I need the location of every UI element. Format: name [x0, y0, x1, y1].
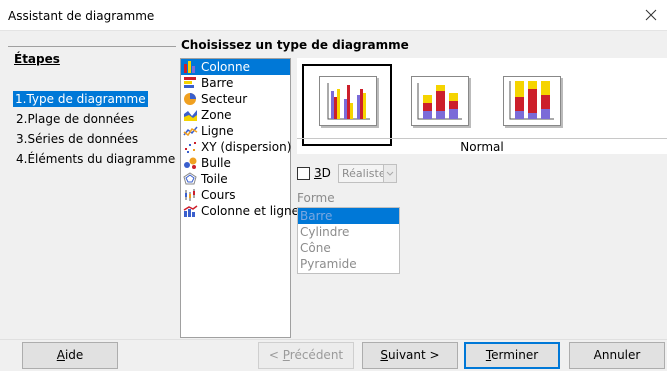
column-chart-icon: [184, 61, 195, 73]
chart-type-pie[interactable]: Secteur: [181, 91, 290, 107]
variant-stacked[interactable]: [394, 64, 484, 146]
bubble-chart-icon: [184, 157, 197, 169]
shape-option-cone[interactable]: Cône: [298, 240, 399, 256]
steps-heading: Étapes: [14, 52, 60, 66]
close-icon[interactable]: [639, 3, 663, 27]
variant-name: Normal: [297, 138, 667, 154]
variant-normal[interactable]: [302, 64, 392, 146]
three-d-style-select[interactable]: Réaliste: [338, 164, 397, 183]
pie-chart-icon: [184, 93, 196, 105]
variant-percent-stacked-thumbnail: [503, 76, 561, 126]
chart-type-label: Ligne: [201, 124, 234, 138]
chevron-down-icon[interactable]: [383, 165, 396, 182]
chart-type-label: Colonne et ligne: [201, 204, 299, 218]
column-line-chart-icon: [183, 205, 198, 217]
chart-type-label: Secteur: [201, 92, 248, 106]
variant-stacked-thumbnail: [411, 76, 469, 126]
chart-type-label: Toile: [201, 172, 228, 186]
shape-option-cylinder[interactable]: Cylindre: [298, 224, 399, 240]
step-chart-type[interactable]: 1.Type de diagramme: [13, 91, 148, 107]
bar-chart-icon: [184, 77, 196, 88]
chart-type-label: Barre: [201, 76, 234, 90]
previous-button[interactable]: < Précédent: [258, 342, 354, 369]
variant-normal-thumbnail: [319, 76, 377, 126]
shape-option-bar[interactable]: Barre: [298, 208, 399, 224]
chart-type-scatter[interactable]: XY (dispersion): [181, 139, 292, 155]
chart-type-label: XY (dispersion): [201, 140, 292, 154]
shape-option-pyramid[interactable]: Pyramide: [298, 256, 399, 272]
chart-type-column-line[interactable]: Colonne et ligne: [181, 203, 299, 219]
line-chart-icon: [183, 126, 198, 137]
section-title: Choisissez un type de diagramme: [181, 38, 409, 52]
shape-label: Forme: [297, 191, 335, 205]
chart-type-column[interactable]: Colonne: [181, 59, 290, 75]
window-title: Assistant de diagramme: [8, 9, 155, 23]
chart-wizard-dialog: Assistant de diagramme Étapes 1.Type de …: [0, 0, 667, 371]
chart-type-stock[interactable]: Cours: [181, 187, 290, 203]
chart-type-net[interactable]: Toile: [181, 171, 290, 187]
cancel-button[interactable]: Annuler: [569, 342, 665, 369]
three-d-label: 3D: [314, 166, 331, 180]
area-chart-icon: [184, 110, 197, 121]
chart-type-list[interactable]: Colonne Barre Secteur Zone Ligne XY (dis…: [180, 58, 299, 338]
variant-percent-stacked[interactable]: [486, 64, 576, 146]
shape-list[interactable]: Barre Cylindre Cône Pyramide: [297, 207, 400, 274]
footer-divider: [0, 339, 667, 340]
chart-type-label: Bulle: [201, 156, 231, 170]
chart-type-bar[interactable]: Barre: [181, 75, 290, 91]
net-chart-icon: [183, 172, 197, 185]
chart-type-line[interactable]: Ligne: [181, 123, 290, 139]
chart-type-area[interactable]: Zone: [181, 107, 290, 123]
title-bar: Assistant de diagramme: [0, 0, 667, 31]
finish-button[interactable]: Terminer: [464, 342, 560, 369]
next-button[interactable]: Suivant >: [362, 342, 458, 369]
step-data-range[interactable]: 2.Plage de données: [14, 111, 136, 127]
three-d-checkbox[interactable]: 3D: [297, 166, 331, 180]
chart-type-bubble[interactable]: Bulle: [181, 155, 290, 171]
chart-type-label: Colonne: [201, 60, 250, 74]
stock-chart-icon: [185, 189, 195, 201]
chart-type-label: Zone: [201, 108, 232, 122]
step-chart-elements[interactable]: 4.Éléments du diagramme: [14, 151, 177, 167]
steps-divider: [8, 46, 176, 47]
step-data-series[interactable]: 3.Séries de données: [14, 131, 140, 147]
three-d-checkbox-box[interactable]: [297, 166, 310, 180]
three-d-style-value: Réaliste: [342, 167, 386, 180]
chart-type-label: Cours: [201, 188, 236, 202]
help-button[interactable]: Aide: [22, 342, 118, 369]
scatter-chart-icon: [185, 142, 196, 153]
